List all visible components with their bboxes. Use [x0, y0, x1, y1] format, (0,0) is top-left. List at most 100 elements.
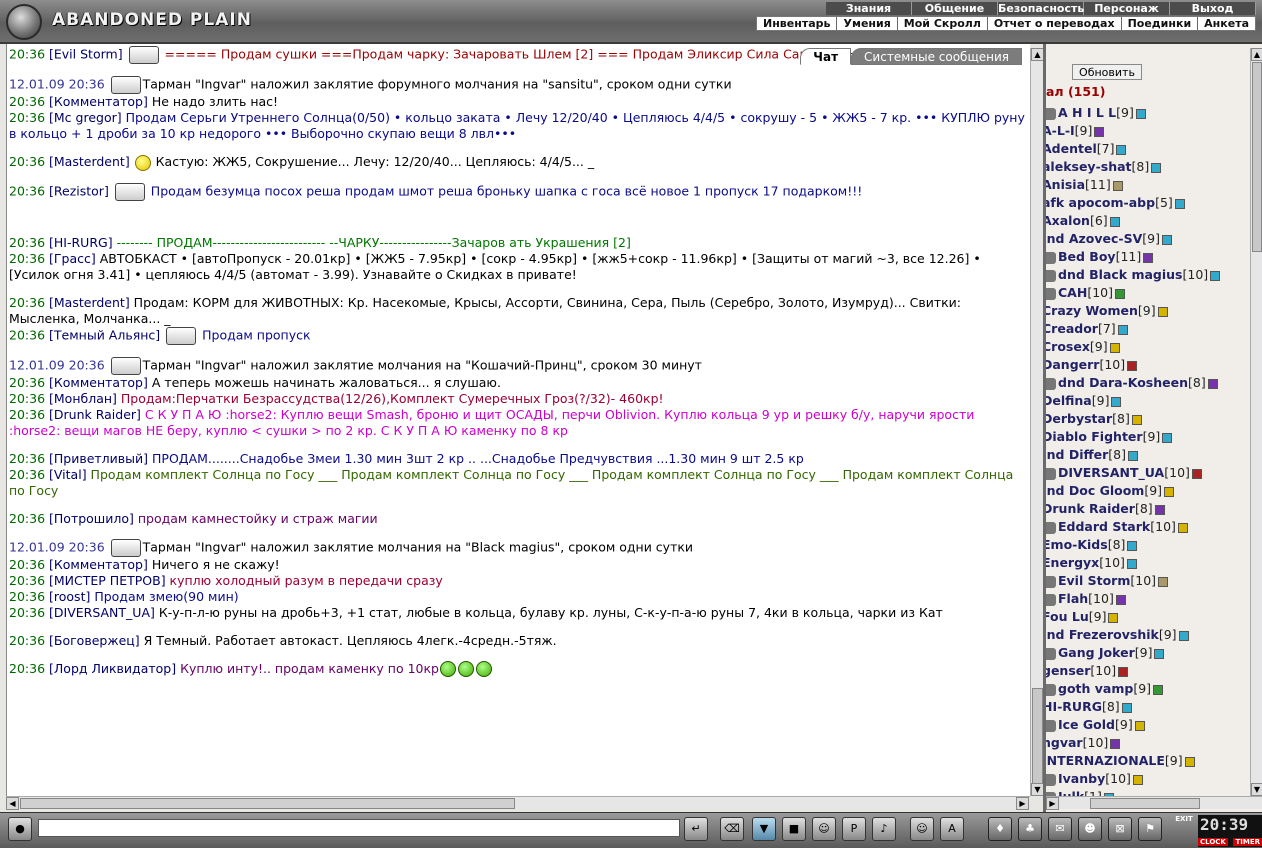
message-author[interactable]: [roost]: [49, 589, 94, 604]
user-info-icon[interactable]: [1109, 342, 1120, 353]
user-info-icon[interactable]: [1112, 180, 1123, 191]
translit-icon[interactable]: A: [940, 817, 964, 841]
scroll-thumb[interactable]: [1032, 688, 1043, 788]
message-author[interactable]: [МИСТЕР ПЕТРОВ]: [49, 573, 170, 588]
message-author[interactable]: [Приветливый]: [49, 451, 152, 466]
flag-icon[interactable]: ⚑: [1138, 817, 1162, 841]
user-info-icon[interactable]: [1116, 144, 1127, 155]
userlist-horizontal-scrollbar[interactable]: ◀ ▶: [1046, 796, 1262, 810]
smile-icon[interactable]: ☺: [910, 817, 934, 841]
user-name[interactable]: A H I L L: [1058, 105, 1116, 120]
user-list-item[interactable]: Delfina[9]: [1046, 392, 1252, 410]
user-info-icon[interactable]: [1153, 684, 1164, 695]
user-info-icon[interactable]: [1094, 126, 1105, 137]
user-info-icon[interactable]: [1132, 774, 1143, 785]
message-author[interactable]: [Комментатор]: [49, 94, 152, 109]
author-name[interactable]: Боговержец: [54, 633, 135, 648]
hscroll-thumb[interactable]: [20, 798, 515, 809]
lock-icon[interactable]: ⊠: [1108, 817, 1132, 841]
submenu-item[interactable]: Инвентарь: [757, 17, 838, 30]
user-name[interactable]: Ind Frezerovshik: [1046, 627, 1159, 642]
user-info-icon[interactable]: [1127, 540, 1138, 551]
tab-chat[interactable]: Чат: [800, 48, 852, 65]
user-list-item[interactable]: DIVERSANT_UA[10]: [1046, 464, 1252, 482]
user-name[interactable]: Ind Doc Gloom: [1046, 483, 1144, 498]
scroll-right-icon[interactable]: ▶: [1016, 797, 1029, 810]
user-list-item[interactable]: afk apocom-abp[5]: [1046, 194, 1252, 212]
tab-system-messages[interactable]: Системные сообщения: [851, 48, 1022, 65]
user-info-icon[interactable]: [1117, 324, 1128, 335]
user-name[interactable]: Evil Storm: [1058, 573, 1130, 588]
user-list-item[interactable]: CAH[10]: [1046, 284, 1252, 302]
refresh-button[interactable]: Обновить: [1072, 64, 1142, 80]
user-info-icon[interactable]: [1174, 198, 1185, 209]
user-info-icon[interactable]: [1111, 396, 1122, 407]
user-list-item[interactable]: Axalon[6]: [1046, 212, 1252, 230]
message-author[interactable]: [Vital]: [49, 467, 91, 482]
user-name[interactable]: ngvar: [1046, 735, 1083, 750]
scroll-icon[interactable]: ✉: [1048, 817, 1072, 841]
user-info-icon[interactable]: [1154, 648, 1165, 659]
user-name[interactable]: HI-RURG: [1046, 699, 1102, 714]
menu-item[interactable]: Персонаж: [1084, 2, 1170, 15]
message-author[interactable]: [Комментатор]: [49, 375, 152, 390]
user-info-icon[interactable]: [1151, 162, 1162, 173]
user-name[interactable]: Eddard Stark: [1058, 519, 1150, 534]
user-list-item[interactable]: Ind Doc Gloom[9]: [1046, 482, 1252, 500]
user-list-item[interactable]: Creador[7]: [1046, 320, 1252, 338]
user-name[interactable]: Ind Differ: [1046, 447, 1108, 462]
user-list-item[interactable]: Ind Azovec-SV[9]: [1046, 230, 1252, 248]
user-list-item[interactable]: dnd Dara-Kosheen[8]: [1046, 374, 1252, 392]
message-author[interactable]: [Монблан]: [49, 391, 121, 406]
user-info-icon[interactable]: [1143, 252, 1154, 263]
user-name[interactable]: CAH: [1058, 285, 1087, 300]
person-icon[interactable]: ☺: [812, 817, 836, 841]
user-info-icon[interactable]: [1115, 594, 1126, 605]
userlist-hscroll-thumb[interactable]: [1090, 798, 1200, 809]
user-info-icon[interactable]: [1110, 738, 1121, 749]
filter-icon[interactable]: ▼: [752, 817, 776, 841]
user-name[interactable]: Emo-Kids: [1046, 537, 1108, 552]
user-list-item[interactable]: genser[10]: [1046, 662, 1252, 680]
user-list-item[interactable]: Diablo Fighter[9]: [1046, 428, 1252, 446]
message-author[interactable]: [Masterdent]: [49, 154, 134, 169]
user-list-item[interactable]: ngvar[10]: [1046, 734, 1252, 752]
scroll-up-icon[interactable]: ▲: [1251, 48, 1262, 61]
message-author[interactable]: [Лорд Ликвидатор]: [49, 661, 180, 676]
user-name[interactable]: Ivanby: [1058, 771, 1105, 786]
user-name[interactable]: Fou Lu: [1046, 609, 1089, 624]
user-name[interactable]: INTERNAZIONALE: [1046, 753, 1165, 768]
user-name[interactable]: dnd Black magius: [1058, 267, 1183, 282]
message-author[interactable]: [Темный Альянс]: [49, 327, 164, 342]
scroll-left-icon[interactable]: ◀: [6, 797, 19, 810]
author-name[interactable]: Комментатор: [54, 557, 143, 572]
user-name[interactable]: Gang Joker: [1058, 645, 1135, 660]
chat-input[interactable]: [38, 819, 680, 837]
user-name[interactable]: Flah: [1058, 591, 1088, 606]
user-list-item[interactable]: A H I L L[9]: [1046, 104, 1252, 122]
user-list-item[interactable]: Derbystar[8]: [1046, 410, 1252, 428]
user-name[interactable]: Anisia: [1046, 177, 1085, 192]
menu-item[interactable]: Общение: [912, 2, 998, 15]
message-author[interactable]: [HI-RURG]: [49, 235, 117, 250]
user-name[interactable]: Energyx: [1046, 555, 1099, 570]
user-name[interactable]: A-L-I: [1046, 123, 1075, 138]
user-list-item[interactable]: Crosex[9]: [1046, 338, 1252, 356]
message-author[interactable]: [Drunk Raider]: [49, 407, 145, 422]
submenu-item[interactable]: Поединки: [1122, 17, 1199, 30]
user-list-item[interactable]: Energyx[10]: [1046, 554, 1252, 572]
user-list-item[interactable]: goth vamp[9]: [1046, 680, 1252, 698]
message-author[interactable]: [Комментатор]: [49, 557, 152, 572]
user-list-item[interactable]: Ind Differ[8]: [1046, 446, 1252, 464]
author-name[interactable]: Rezistor: [54, 183, 104, 198]
save-icon[interactable]: ■: [782, 817, 806, 841]
user-info-icon[interactable]: [1162, 234, 1173, 245]
user-info-icon[interactable]: [1114, 288, 1125, 299]
exit-button[interactable]: EXIT: [1174, 815, 1194, 845]
author-name[interactable]: Комментатор: [54, 94, 143, 109]
user-name[interactable]: Crazy Women: [1046, 303, 1138, 318]
message-author[interactable]: [Rezistor]: [49, 183, 113, 198]
user-info-icon[interactable]: [1135, 108, 1146, 119]
user-name[interactable]: Adentel: [1046, 141, 1097, 156]
user-info-icon[interactable]: [1184, 756, 1195, 767]
